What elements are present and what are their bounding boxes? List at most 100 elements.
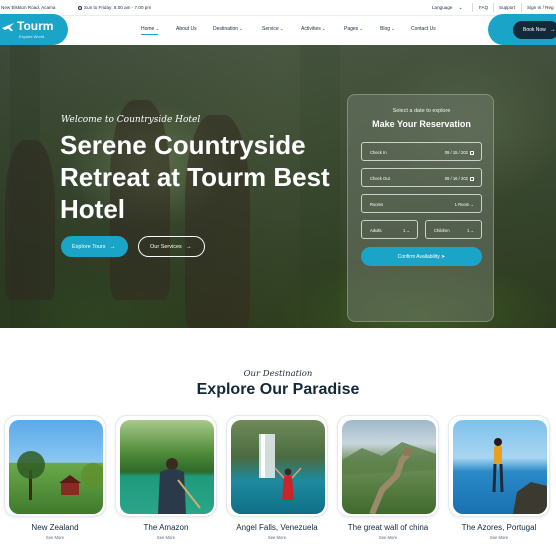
see-more-link[interactable]: See More: [337, 535, 439, 540]
chevron-down-icon: ⌄: [470, 228, 474, 233]
nav-label: Pages: [344, 26, 359, 32]
destination-card[interactable]: [4, 415, 106, 517]
adults-label: Adults: [370, 228, 382, 233]
calendar-icon: [470, 176, 474, 181]
rooms-label: Rooms: [370, 202, 384, 207]
send-icon: ➤: [441, 253, 446, 260]
explore-tours-button[interactable]: Explore Tours →: [61, 236, 128, 257]
opening-hours: Sun to Friday: 8.00 am - 7.00 pm: [78, 5, 151, 10]
destination-name: New Zealand: [31, 523, 79, 532]
nav-label: Home: [141, 26, 155, 32]
logo-title: Tourm: [17, 19, 54, 33]
children-select[interactable]: Children 1 ⌄: [425, 220, 482, 239]
check-in-value-wrap: 09 / 15 / 202: [445, 150, 474, 155]
book-now-button[interactable]: Book Now →: [513, 21, 556, 39]
destination-image: [120, 420, 214, 514]
nav-about-us[interactable]: About Us: [176, 26, 197, 32]
check-in-field[interactable]: Check In 09 / 15 / 202: [361, 142, 482, 161]
destination-image: [453, 420, 547, 514]
divider: [472, 3, 473, 12]
destination-image: [342, 420, 436, 514]
children-value-wrap: 1 ⌄: [467, 228, 474, 233]
destination-name: The great wall of china: [347, 523, 429, 532]
arrow-right-icon: →: [549, 27, 556, 33]
section-script-title: Our Destination: [243, 369, 313, 379]
reservation-subtitle: Select a date to explore: [392, 108, 451, 114]
logo[interactable]: Tourm Explore World: [0, 14, 68, 45]
destination-image: [231, 420, 325, 514]
chevron-down-icon: ⌄: [359, 26, 363, 31]
nav-label: Blog: [380, 26, 391, 32]
hero-welcome: Welcome to Countryside Hotel: [61, 115, 201, 125]
book-now-label: Book Now: [523, 27, 546, 33]
plane-icon: [2, 23, 14, 31]
see-more-link[interactable]: See More: [226, 535, 328, 540]
logo-tagline: Explore World: [19, 34, 45, 39]
chevron-down-icon: ⌄: [391, 26, 395, 31]
clock-icon: [78, 5, 82, 10]
divider: [521, 3, 522, 12]
destination-card[interactable]: [337, 415, 439, 517]
address-text: New Elskton Road, Acama: [1, 5, 56, 10]
reservation-card: Select a date to explore Make Your Reser…: [347, 94, 494, 322]
check-out-label: Check Out: [370, 176, 390, 181]
calendar-icon: [470, 150, 474, 155]
nav-destination[interactable]: Destination⌄: [213, 26, 243, 32]
chevron-down-icon: ⌄: [239, 26, 243, 31]
see-more-link[interactable]: See More: [448, 535, 550, 540]
nav-contact-us[interactable]: Contact Us: [411, 26, 436, 32]
boat-illustration: [158, 458, 201, 514]
opening-hours-text: Sun to Friday: 8.00 am - 7.00 pm: [84, 5, 152, 10]
our-services-button[interactable]: Our Services →: [138, 236, 205, 257]
destination-name: The Amazon: [143, 523, 189, 532]
faq-link[interactable]: FAQ: [479, 5, 488, 10]
adults-value-wrap: 1 ⌄: [403, 228, 410, 233]
nav-blog[interactable]: Blog⌄: [380, 26, 395, 32]
nav-label: Service: [262, 26, 279, 32]
arrow-right-icon: →: [109, 243, 116, 250]
language-selector[interactable]: Language ⌄: [432, 5, 463, 11]
check-out-value-wrap: 09 / 16 / 202: [445, 176, 474, 181]
reservation-title: Make Your Reservation: [372, 119, 471, 129]
arrow-right-icon: →: [185, 244, 192, 250]
nav-home[interactable]: Home⌄: [141, 26, 159, 35]
chevron-down-icon: ⌄: [458, 5, 463, 11]
hero-title: Serene Countryside Retreat at Tourm Best…: [60, 130, 330, 224]
see-more-link[interactable]: See More: [115, 535, 217, 540]
check-out-field[interactable]: Check Out 09 / 16 / 202: [361, 168, 482, 187]
section-title: Explore Our Paradise: [196, 381, 360, 398]
check-in-value: 09 / 15 / 202: [444, 150, 468, 155]
sign-in-link[interactable]: Sign In / Reg: [527, 5, 554, 10]
check-in-label: Check In: [370, 150, 387, 155]
destination-card[interactable]: [448, 415, 550, 517]
support-link[interactable]: Support: [499, 5, 515, 10]
explore-tours-label: Explore Tours: [72, 243, 106, 250]
destination-name: The Azores, Portugal: [461, 523, 537, 532]
nav-service[interactable]: Service⌄: [262, 26, 283, 32]
adults-select[interactable]: Adults 1 ⌄: [361, 220, 418, 239]
wall-illustration: [342, 442, 436, 514]
confirm-availability-label: Confirm Availability: [397, 253, 440, 260]
check-out-value: 09 / 16 / 202: [444, 176, 468, 181]
adults-value: 1: [402, 228, 406, 233]
top-bar: New Elskton Road, Acama Sun to Friday: 8…: [0, 0, 556, 16]
children-value: 1: [466, 228, 470, 233]
chevron-down-icon: ⌄: [470, 202, 474, 207]
see-more-link[interactable]: See More: [4, 535, 106, 540]
destination-card[interactable]: [226, 415, 328, 517]
chevron-down-icon: ⌄: [321, 26, 326, 31]
chevron-down-icon: ⌄: [406, 228, 410, 233]
hero-banner: Welcome to Countryside Hotel Serene Coun…: [0, 45, 556, 328]
waterfall-illustration: [259, 434, 302, 500]
rooms-select[interactable]: Rooms 1 Room ⌄: [361, 194, 482, 213]
nav-activities[interactable]: Activities⌄: [301, 26, 326, 32]
confirm-availability-button[interactable]: Confirm Availability ➤: [361, 247, 482, 266]
destination-card[interactable]: [115, 415, 217, 517]
language-label: Language: [432, 5, 453, 10]
chevron-down-icon: ⌄: [279, 26, 284, 31]
destination-name: Angel Falls, Venezuela: [236, 523, 318, 532]
rooms-value: 1 Room: [454, 202, 470, 207]
page: New Elskton Road, Acama Sun to Friday: 8…: [0, 0, 556, 560]
nav-pages[interactable]: Pages⌄: [344, 26, 363, 32]
nav-label: Destination: [213, 26, 239, 32]
